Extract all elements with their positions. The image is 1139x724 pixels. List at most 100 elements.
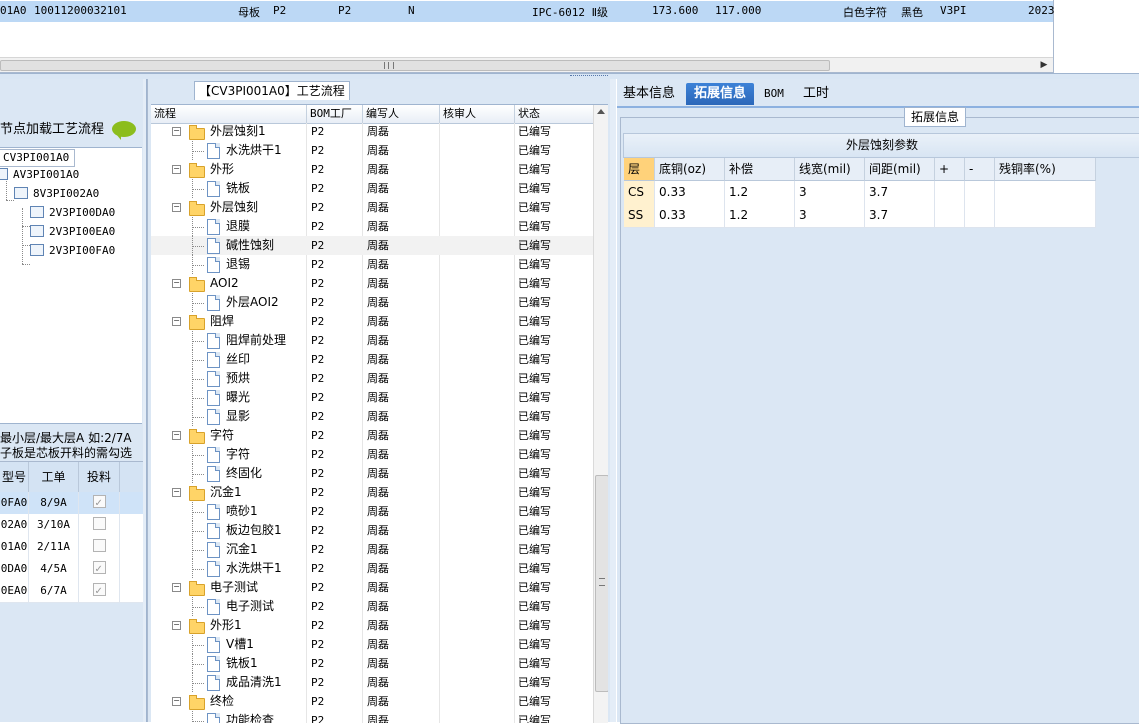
collapse-toggle-icon[interactable]: − [172, 488, 181, 497]
param-cell[interactable]: 3 [795, 204, 865, 228]
param-cell[interactable]: 3 [795, 181, 865, 205]
process-row[interactable]: 功能检查 P2 周磊 已编写 [151, 711, 593, 723]
collapse-toggle-icon[interactable]: − [172, 279, 181, 288]
collapse-toggle-icon[interactable]: − [172, 127, 181, 136]
process-row[interactable]: − 阻焊 P2 周磊 已编写 [151, 312, 593, 331]
col-header-plus[interactable]: + [935, 158, 965, 181]
col-header-line-width[interactable]: 线宽(mil) [795, 158, 865, 181]
param-cell[interactable]: 1.2 [725, 204, 795, 228]
feed-checkbox[interactable] [92, 581, 106, 603]
tree-node[interactable]: 2V3PI00FA0 [30, 244, 115, 258]
param-cell[interactable] [995, 181, 1096, 205]
process-row[interactable]: 丝印 P2 周磊 已编写 [151, 350, 593, 369]
process-row[interactable]: 外层AOI2 P2 周磊 已编写 [151, 293, 593, 312]
process-row[interactable]: − 外形1 P2 周磊 已编写 [151, 616, 593, 635]
scrollbar-thumb[interactable] [595, 475, 608, 692]
horizontal-scrollbar[interactable]: ▶ [0, 57, 1053, 72]
param-cell[interactable]: 0.33 [655, 181, 725, 205]
param-cell[interactable] [995, 204, 1096, 228]
process-row[interactable]: 曝光 P2 周磊 已编写 [151, 388, 593, 407]
process-row[interactable]: − 字符 P2 周磊 已编写 [151, 426, 593, 445]
feed-checkbox[interactable] [92, 517, 106, 530]
col-header-writer[interactable]: 编写人 [363, 105, 440, 123]
process-row[interactable]: 退膜 P2 周磊 已编写 [151, 217, 593, 236]
right-splitter[interactable] [610, 79, 616, 722]
process-row[interactable]: − 电子测试 P2 周磊 已编写 [151, 578, 593, 597]
process-row[interactable]: 终固化 P2 周磊 已编写 [151, 464, 593, 483]
suborder-row[interactable]: 0FA0 8/9A [0, 492, 144, 515]
process-row[interactable]: 沉金1 P2 周磊 已编写 [151, 540, 593, 559]
tab-extended-info[interactable]: 拓展信息 [686, 83, 755, 105]
param-cell[interactable] [965, 181, 995, 205]
col-header-bom-factory[interactable]: BOM工厂 [307, 105, 363, 123]
collapse-toggle-icon[interactable]: − [172, 165, 181, 174]
collapse-toggle-icon[interactable]: − [172, 431, 181, 440]
process-row[interactable]: 喷砂1 P2 周磊 已编写 [151, 502, 593, 521]
process-row[interactable]: 字符 P2 周磊 已编写 [151, 445, 593, 464]
scroll-up-arrow-icon[interactable] [597, 109, 605, 114]
process-row[interactable]: − 外形 P2 周磊 已编写 [151, 160, 593, 179]
tab-bom[interactable]: BOM [764, 83, 784, 105]
process-row[interactable]: 铣板 P2 周磊 已编写 [151, 179, 593, 198]
process-row[interactable]: − AOI2 P2 周磊 已编写 [151, 274, 593, 293]
tree-node[interactable]: 2V3PI00DA0 [30, 206, 115, 220]
process-row[interactable]: V槽1 P2 周磊 已编写 [151, 635, 593, 654]
col-header-layer[interactable]: 层 [624, 158, 655, 181]
scrollbar-thumb[interactable] [0, 60, 830, 71]
param-cell[interactable] [935, 181, 965, 205]
param-cell[interactable]: 3.7 [865, 181, 935, 205]
feed-checkbox[interactable] [92, 559, 106, 581]
param-cell[interactable] [965, 204, 995, 228]
process-row[interactable]: 显影 P2 周磊 已编写 [151, 407, 593, 426]
left-splitter[interactable] [143, 79, 146, 722]
param-row[interactable]: SS 0.33 1.2 3 3.7 [624, 204, 1096, 228]
selected-record-row[interactable]: 01A0 10011200032101 母板 P2 P2 N IPC-6012 … [0, 1, 1055, 22]
suborder-row[interactable]: 01A0 2/11A [0, 536, 144, 559]
process-row[interactable]: − 外层蚀刻1 P2 周磊 已编写 [151, 122, 593, 141]
param-cell[interactable]: 3.7 [865, 204, 935, 228]
process-row[interactable]: − 外层蚀刻 P2 周磊 已编写 [151, 198, 593, 217]
suborder-row[interactable]: 0EA0 6/7A [0, 580, 144, 603]
feed-checkbox[interactable] [92, 539, 106, 552]
col-header-spacing[interactable]: 间距(mil) [865, 158, 935, 181]
tree-node[interactable]: 2V3PI00EA0 [30, 225, 115, 239]
col-header-feed[interactable]: 投料 [79, 462, 120, 492]
suborder-row[interactable]: 0DA0 4/5A [0, 558, 144, 581]
process-row[interactable]: 退锡 P2 周磊 已编写 [151, 255, 593, 274]
process-row[interactable]: 电子测试 P2 周磊 已编写 [151, 597, 593, 616]
suborder-row[interactable]: 02A0 3/10A [0, 514, 144, 537]
collapse-toggle-icon[interactable]: − [172, 583, 181, 592]
feed-checkbox[interactable] [92, 493, 106, 515]
col-header-residual-copper[interactable]: 残铜率(%) [995, 158, 1096, 181]
col-header-minus[interactable]: - [965, 158, 995, 181]
collapse-toggle-icon[interactable]: − [172, 621, 181, 630]
param-cell[interactable] [935, 204, 965, 228]
tab-basic-info[interactable]: 基本信息 [623, 83, 675, 105]
param-cell[interactable]: 1.2 [725, 181, 795, 205]
vertical-scrollbar[interactable] [593, 105, 608, 723]
process-row[interactable]: 阻焊前处理 P2 周磊 已编写 [151, 331, 593, 350]
tree-root-tab[interactable]: CV3PI001A0 [0, 149, 76, 167]
col-header-model[interactable]: 型号 [0, 462, 29, 492]
col-header-order[interactable]: 工单 [29, 462, 79, 492]
process-row[interactable]: 水洗烘干1 P2 周磊 已编写 [151, 559, 593, 578]
col-header-compensation[interactable]: 补偿 [725, 158, 795, 181]
col-header-base-copper[interactable]: 底铜(oz) [655, 158, 725, 181]
process-row[interactable]: 预烘 P2 周磊 已编写 [151, 369, 593, 388]
layer-cell[interactable]: CS [624, 181, 655, 205]
col-header-flow[interactable]: 流程 [151, 105, 307, 123]
param-row[interactable]: CS 0.33 1.2 3 3.7 [624, 181, 1096, 205]
layer-cell[interactable]: SS [624, 204, 655, 228]
tab-work-hours[interactable]: 工时 [803, 83, 829, 105]
param-cell[interactable]: 0.33 [655, 204, 725, 228]
collapse-toggle-icon[interactable]: − [172, 317, 181, 326]
process-row[interactable]: 铣板1 P2 周磊 已编写 [151, 654, 593, 673]
process-row[interactable]: − 沉金1 P2 周磊 已编写 [151, 483, 593, 502]
tree-node[interactable]: AV3PI001A0 [0, 168, 79, 182]
speech-bubble-icon[interactable] [112, 121, 136, 140]
process-row[interactable]: 水洗烘干1 P2 周磊 已编写 [151, 141, 593, 160]
tree-node[interactable]: 8V3PI002A0 [14, 187, 99, 201]
process-row[interactable]: 板边包胶1 P2 周磊 已编写 [151, 521, 593, 540]
collapse-toggle-icon[interactable]: − [172, 203, 181, 212]
process-row[interactable]: 成品清洗1 P2 周磊 已编写 [151, 673, 593, 692]
